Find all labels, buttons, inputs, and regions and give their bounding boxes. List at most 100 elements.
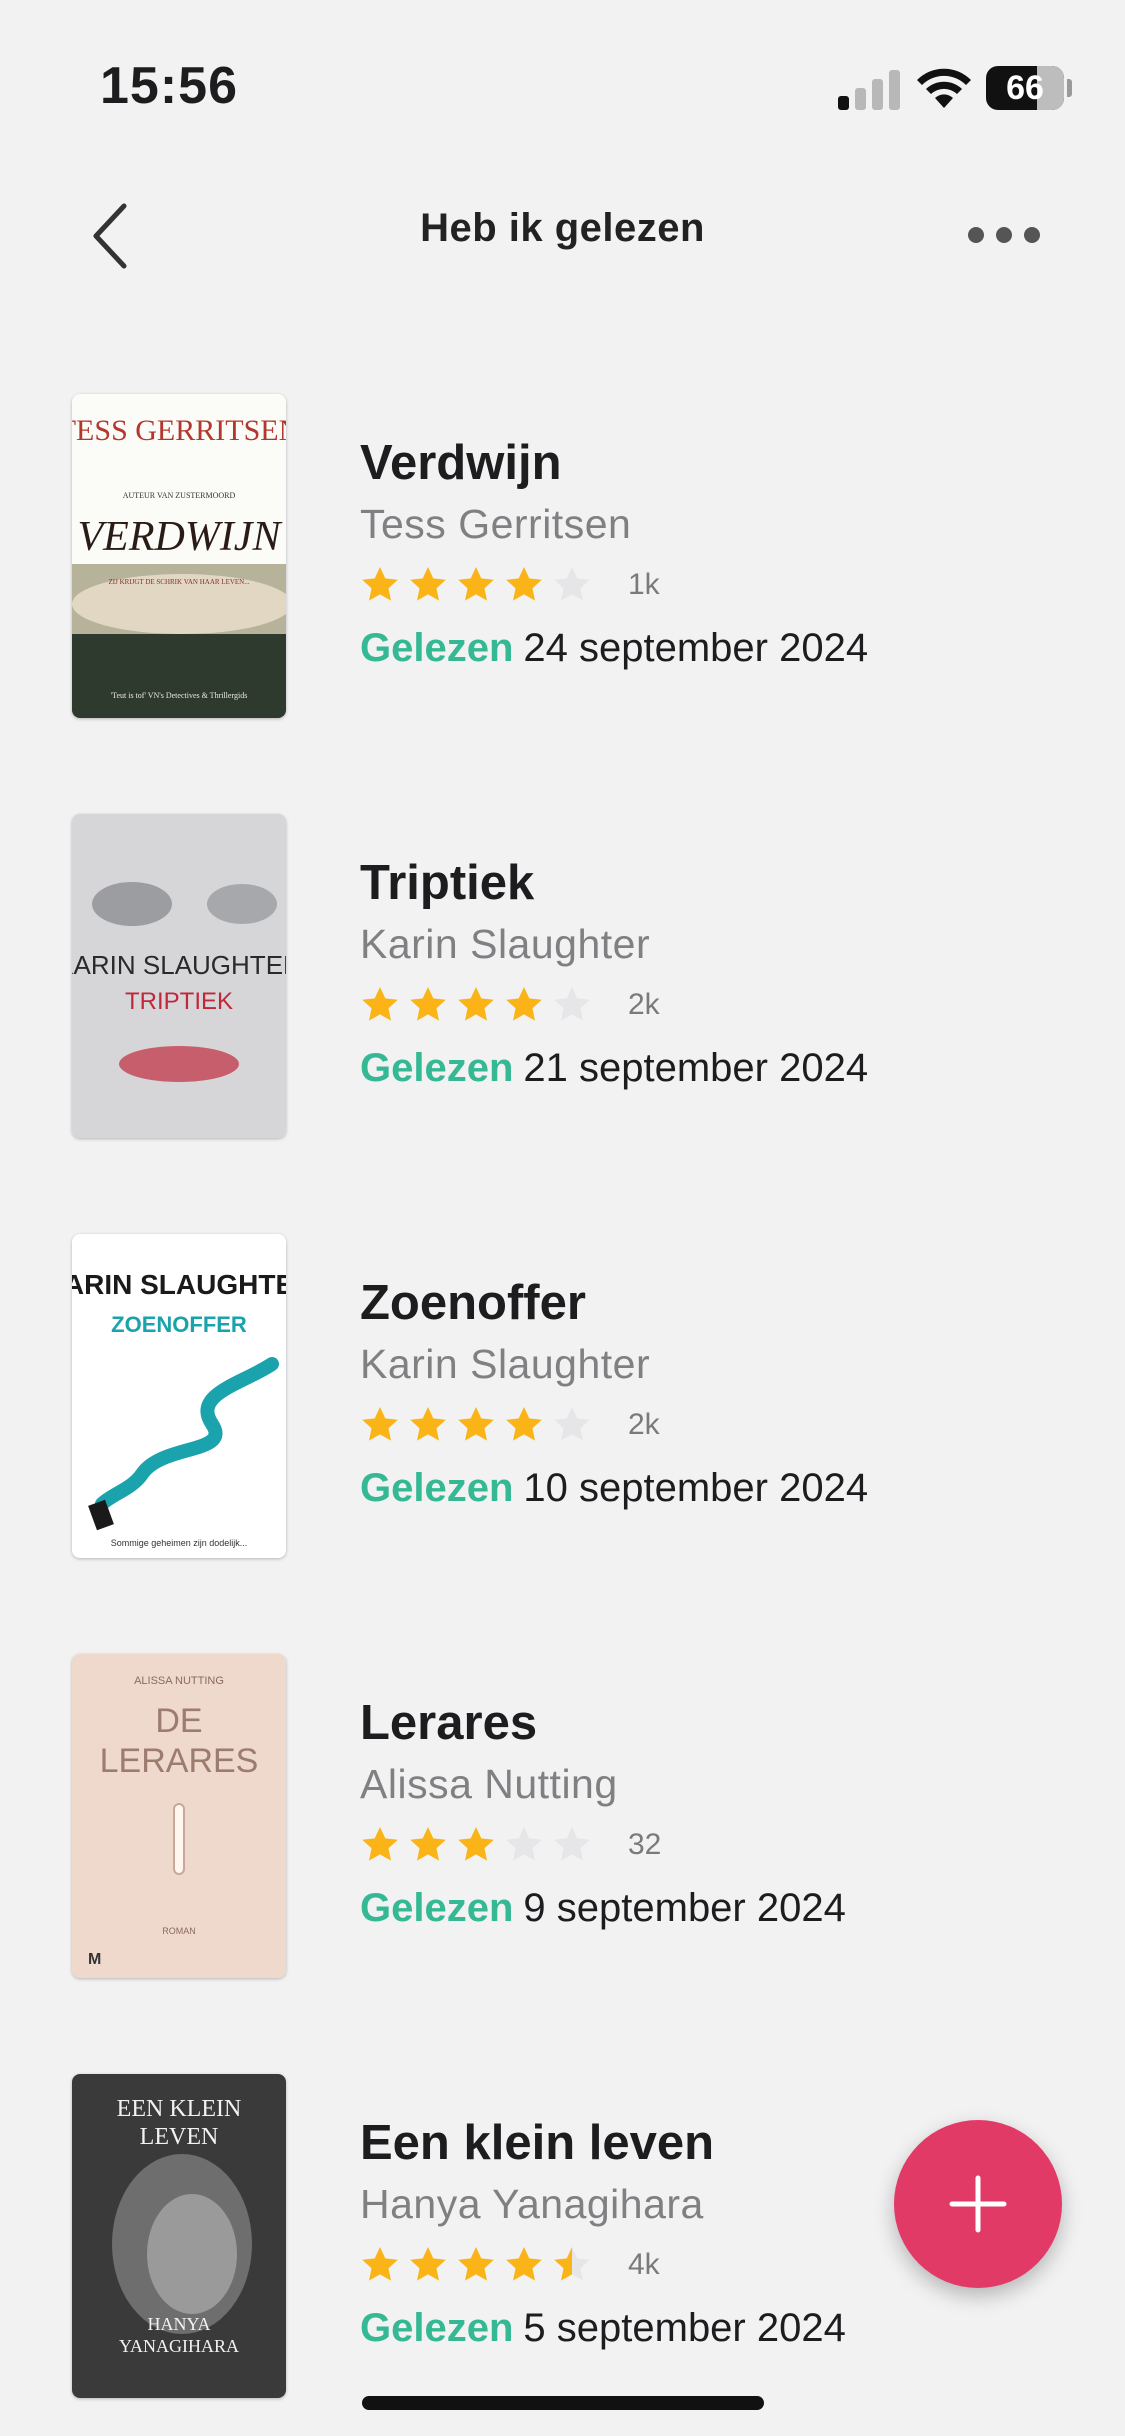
read-date: 9 september 2024 [523,1886,846,1930]
read-label: Gelezen [360,2306,514,2350]
svg-text:EEN KLEIN: EEN KLEIN [117,2096,242,2122]
book-cover-een-klein-leven[interactable]: EEN KLEIN LEVEN HANYA YANAGIHARA [72,2074,286,2398]
svg-text:HANYA: HANYA [148,2314,211,2334]
star-rating [360,985,592,1025]
svg-text:LERARES: LERARES [100,1742,259,1780]
star-icon [362,567,398,601]
svg-text:KARIN SLAUGHTER: KARIN SLAUGHTER [72,950,286,980]
book-item-triptiek[interactable]: KARIN SLAUGHTER TRIPTIEK Triptiek Karin … [0,800,1125,1140]
status-time: 15:56 [100,57,238,115]
battery-level-text: 66 [1006,69,1044,107]
svg-text:KARIN SLAUGHTER: KARIN SLAUGHTER [72,1269,286,1300]
star-icon [362,987,398,1021]
svg-text:TESS GERRITSEN: TESS GERRITSEN [72,414,286,447]
svg-text:Sommige geheimen zijn dodelijk: Sommige geheimen zijn dodelijk... [111,1538,248,1548]
book-author: Karin Slaughter [360,921,651,967]
book-cover-lerares[interactable]: ALISSA NUTTING DE LERARES ROMAN M [72,1654,286,1978]
star-rating [360,1825,592,1865]
plus-icon [949,2175,1007,2233]
book-title: Triptiek [360,856,535,910]
star-icon [554,1827,590,1861]
read-status: Gelezen 24 september 2024 [360,616,1080,680]
book-cover-zoenoffer[interactable]: KARIN SLAUGHTER ZOENOFFER Sommige geheim… [72,1234,286,1558]
star-icon [458,1827,494,1861]
star-icon [554,987,590,1021]
rating-count: 2k [628,1408,660,1441]
rating-count: 32 [628,1828,662,1861]
star-icon [458,2247,494,2281]
svg-text:ALISSA NUTTING: ALISSA NUTTING [134,1675,224,1687]
star-icon [410,1407,446,1441]
star-icon [506,1407,542,1441]
star-rating [360,1405,592,1445]
star-icon [554,1407,590,1441]
star-icon [458,1407,494,1441]
star-icon [554,2247,590,2281]
rating-count: 1k [628,568,660,601]
book-cover-verdwijn[interactable]: TESS GERRITSEN AUTEUR VAN ZUSTERMOORD VE… [72,394,286,718]
book-author: Alissa Nutting [360,1761,618,1807]
svg-text:ROMAN: ROMAN [162,1926,196,1936]
battery-indicator: 66 [986,66,1072,110]
star-rating [360,2245,592,2285]
more-options-icon[interactable] [964,220,1044,250]
book-item-zoenoffer[interactable]: KARIN SLAUGHTER ZOENOFFER Sommige geheim… [0,1220,1125,1560]
star-icon [362,2247,398,2281]
star-icon [554,567,590,601]
rating: 32 [360,1814,1080,1876]
read-status: Gelezen 21 september 2024 [360,1036,1080,1100]
read-status: Gelezen 5 september 2024 [360,2296,1080,2360]
rating: 2k [360,1394,1080,1456]
read-label: Gelezen [360,626,514,670]
svg-text:TRIPTIEK: TRIPTIEK [125,988,233,1015]
book-cover-triptiek[interactable]: KARIN SLAUGHTER TRIPTIEK [72,814,286,1138]
home-indicator[interactable] [362,2396,764,2410]
read-date: 10 september 2024 [523,1466,869,1510]
read-label: Gelezen [360,1466,514,1510]
book-title: Zoenoffer [360,1276,586,1330]
rating: 1k [360,554,1080,616]
status-bar: 15:56 66 [0,0,1125,170]
navigation-bar: Heb ik gelezen [0,170,1125,300]
read-date: 21 september 2024 [523,1046,869,1090]
read-status: Gelezen 10 september 2024 [360,1456,1080,1520]
read-status: Gelezen 9 september 2024 [360,1876,1080,1940]
page-title: Heb ik gelezen [420,206,705,250]
star-icon [506,1827,542,1861]
book-title: Lerares [360,1696,538,1750]
book-author: Tess Gerritsen [360,501,632,547]
rating: 2k [360,974,1080,1036]
cellular-signal-icon [838,70,900,110]
wifi-icon [917,68,971,108]
star-icon [410,987,446,1021]
read-date: 24 september 2024 [523,626,869,670]
star-rating [360,565,592,605]
read-label: Gelezen [360,1046,514,1090]
svg-text:YANAGIHARA: YANAGIHARA [119,2336,239,2356]
svg-text:DE: DE [155,1702,202,1740]
svg-text:VERDWIJN: VERDWIJN [78,514,283,560]
svg-text:ZIJ KRIJGT DE SCHRIK VAN HAAR: ZIJ KRIJGT DE SCHRIK VAN HAAR LEVEN... [109,578,250,586]
svg-text:'Teut is tof' VN's Detectives: 'Teut is tof' VN's Detectives & Thriller… [111,691,248,700]
rating-count: 4k [628,2248,660,2281]
book-item-verdwijn[interactable]: TESS GERRITSEN AUTEUR VAN ZUSTERMOORD VE… [0,380,1125,720]
star-icon [506,987,542,1021]
star-icon [410,567,446,601]
book-item-lerares[interactable]: ALISSA NUTTING DE LERARES ROMAN M Lerare… [0,1640,1125,1980]
star-icon [506,2247,542,2281]
star-icon [458,987,494,1021]
svg-text:LEVEN: LEVEN [140,2124,219,2150]
star-icon [506,567,542,601]
svg-text:AUTEUR VAN ZUSTERMOORD: AUTEUR VAN ZUSTERMOORD [123,491,236,500]
svg-text:M: M [88,1951,101,1968]
rating-count: 2k [628,988,660,1021]
book-title: Verdwijn [360,436,562,490]
star-icon [362,1407,398,1441]
svg-text:ZOENOFFER: ZOENOFFER [111,1312,247,1337]
read-date: 5 september 2024 [523,2306,846,2350]
star-icon [458,567,494,601]
star-icon [362,1827,398,1861]
star-icon [410,2247,446,2281]
add-book-button[interactable] [894,2120,1062,2288]
book-author: Karin Slaughter [360,1341,651,1387]
